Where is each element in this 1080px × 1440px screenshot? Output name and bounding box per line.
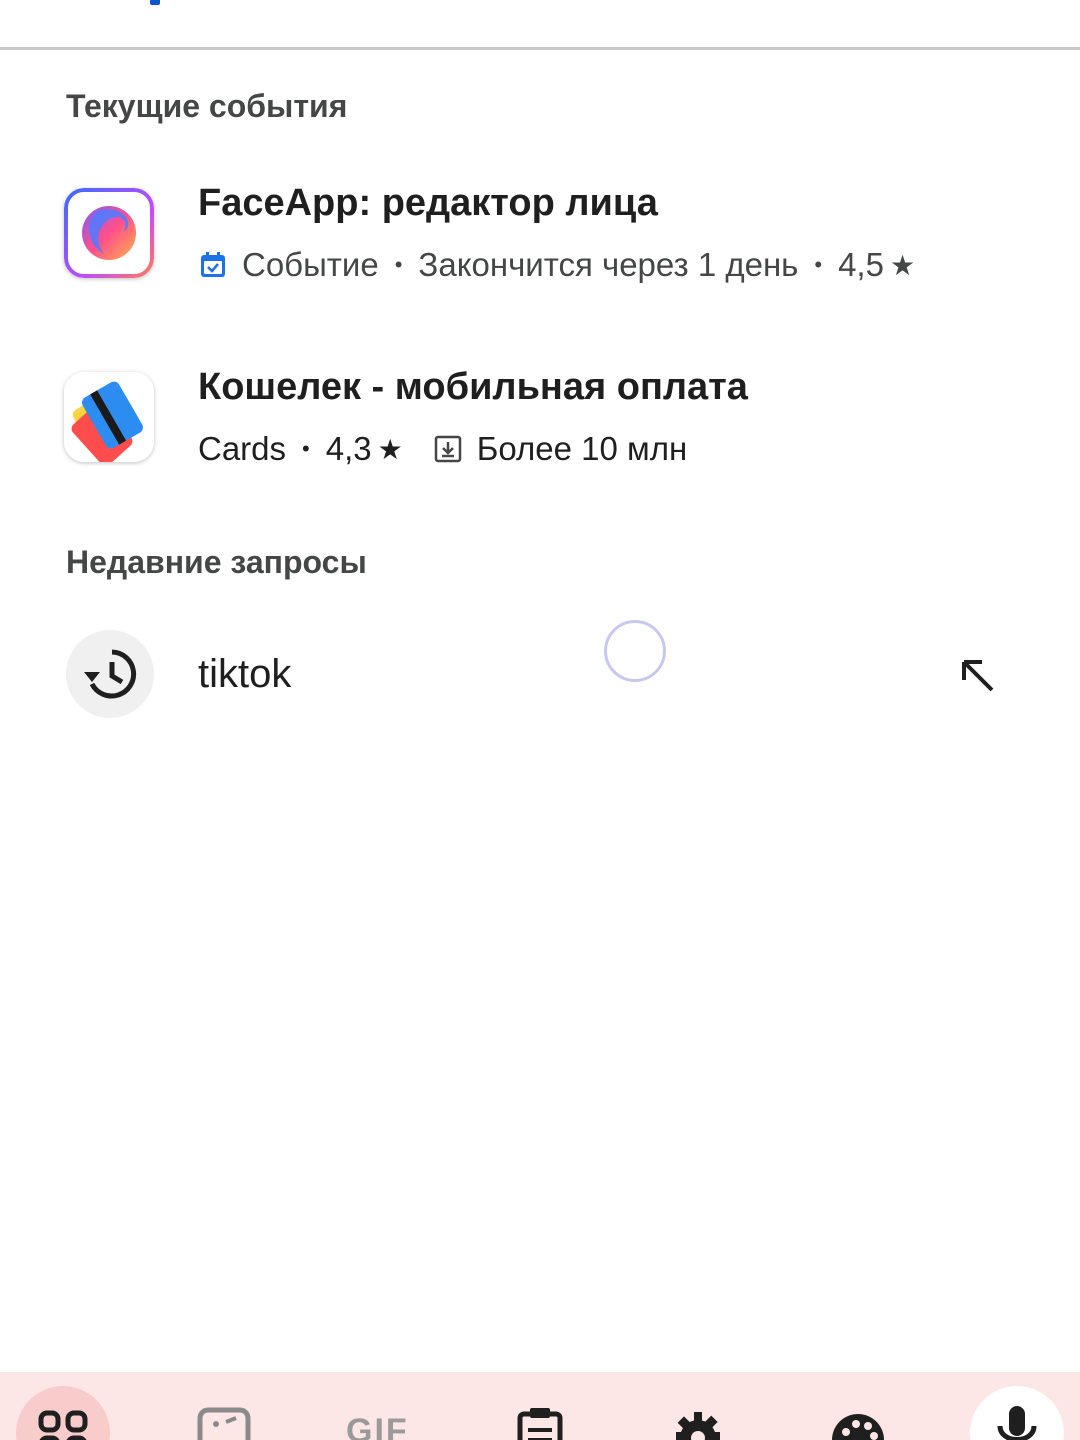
app-title: FaceApp: редактор лица [198, 182, 658, 224]
app-row-faceapp[interactable]: FaceApp: редактор лица Событие • Закончи… [0, 180, 1080, 300]
apps-grid-button[interactable] [16, 1386, 110, 1440]
download-count: Более 10 млн [476, 430, 688, 467]
event-status: Закончится через 1 день [418, 246, 799, 283]
recent-query-row[interactable]: tiktok [0, 630, 1080, 720]
history-icon [66, 630, 154, 718]
current-events-heading: Текущие события [66, 88, 348, 124]
divider [0, 47, 1080, 50]
app-category: Cards [198, 430, 287, 467]
faceapp-icon [64, 188, 154, 278]
separator-dot: • [302, 436, 310, 461]
gear-icon[interactable] [666, 1386, 730, 1440]
palette-icon[interactable] [826, 1386, 890, 1440]
search-suggestions-screen: Текущие события FaceApp: редактор лица С… [0, 0, 1080, 1440]
app-row-wallet[interactable]: Кошелек - мобильная оплата Cards • 4,3 ★… [0, 364, 1080, 484]
clipboard-icon[interactable] [508, 1386, 572, 1440]
app-title: Кошелек - мобильная оплата [198, 366, 748, 408]
app-meta: Событие • Закончится через 1 день • 4,5 … [198, 246, 915, 284]
gif-button[interactable]: GIF [346, 1412, 416, 1440]
apps-grid-icon [38, 1410, 88, 1440]
recent-query-text: tiktok [198, 652, 292, 696]
app-rating: 4,3 [325, 430, 372, 467]
separator-dot: • [814, 252, 823, 277]
event-tag: Событие [242, 246, 379, 283]
text-cursor [150, 0, 160, 5]
voice-input-button[interactable] [970, 1386, 1064, 1440]
separator-dot: • [394, 252, 403, 277]
mic-icon [997, 1406, 1037, 1440]
app-rating: 4,5 [838, 246, 884, 283]
wallet-cards-icon [64, 372, 154, 462]
keyboard-toolbar: GIF [0, 1372, 1080, 1440]
sticker-icon[interactable] [192, 1386, 256, 1440]
calendar-event-icon [201, 252, 225, 277]
loading-spinner [604, 620, 666, 682]
recent-queries-heading: Недавние запросы [66, 544, 367, 580]
search-bar-edge [0, 0, 1080, 50]
download-icon [434, 435, 461, 463]
app-meta: Cards • 4,3 ★ Более 10 млн [198, 430, 687, 468]
fill-query-arrow-icon[interactable] [956, 654, 998, 696]
star-icon: ★ [377, 433, 403, 465]
star-icon: ★ [889, 249, 916, 281]
